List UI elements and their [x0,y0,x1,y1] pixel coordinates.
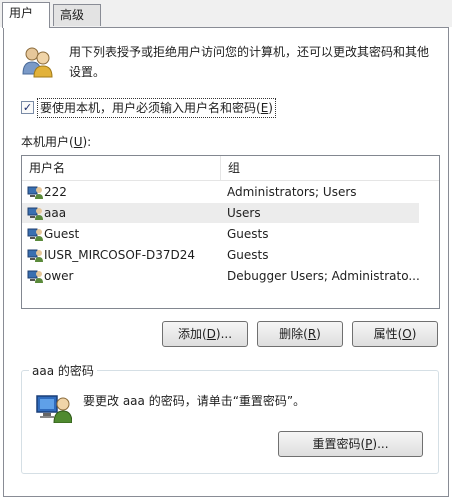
tab-advanced[interactable]: 高级 [53,4,101,26]
local-users-label: 本机用户(U): [21,135,92,149]
table-row[interactable]: Guest Guests [22,224,419,244]
row-username: 222 [44,185,67,199]
row-group: Users [227,206,261,220]
table-row[interactable]: aaa Users [22,203,419,223]
require-login-label[interactable]: 要使用本机，用户必须输入用户名和密码(E) [37,98,276,118]
user-computer-icon [27,207,43,220]
row-username: ower [44,269,74,283]
user-computer-icon [27,270,43,283]
column-header-username[interactable]: 用户名 [22,156,221,180]
row-username: Guest [44,227,80,241]
tab-users[interactable]: 用户 [2,2,50,28]
password-group-title: aaa 的密码 [29,362,97,379]
row-group: Debugger Users; Administrato... [227,269,420,283]
password-groupbox [21,370,439,474]
reset-password-button[interactable]: 重置密码(P)... [278,431,423,457]
remove-button[interactable]: 删除(R) [257,321,343,347]
row-username: aaa [44,206,67,220]
user-list[interactable]: 用户名 组 222 Administrators; Users aaa User… [21,155,440,309]
list-header: 用户名 组 [22,156,439,181]
users-group-icon [22,47,53,78]
tab-strip: 用户 高级 [0,0,452,28]
row-group: Guests [227,227,269,241]
user-computer-icon [27,186,43,199]
add-button[interactable]: 添加(D)... [162,321,248,347]
user-computer-icon [27,228,43,241]
user-computer-icon [27,249,43,262]
column-header-group[interactable]: 组 [221,156,439,180]
row-group: Guests [227,248,269,262]
properties-button[interactable]: 属性(O) [352,321,438,347]
row-group: Administrators; Users [227,185,357,199]
table-row[interactable]: 222 Administrators; Users [22,182,419,202]
user-password-icon [36,395,72,423]
password-instruction-text: 要更改 aaa 的密码，请单击“重置密码”。 [83,394,306,408]
require-login-checkbox[interactable]: ✓ [21,101,34,114]
row-username: IUSR_MIRCOSOF-D37D24 [44,248,196,262]
intro-text: 用下列表授予或拒绝用户访问您的计算机，还可以更改其密码和其他设置。 [69,45,430,79]
table-row[interactable]: ower Debugger Users; Administrato... [22,266,420,286]
table-row[interactable]: IUSR_MIRCOSOF-D37D24 Guests [22,245,419,265]
